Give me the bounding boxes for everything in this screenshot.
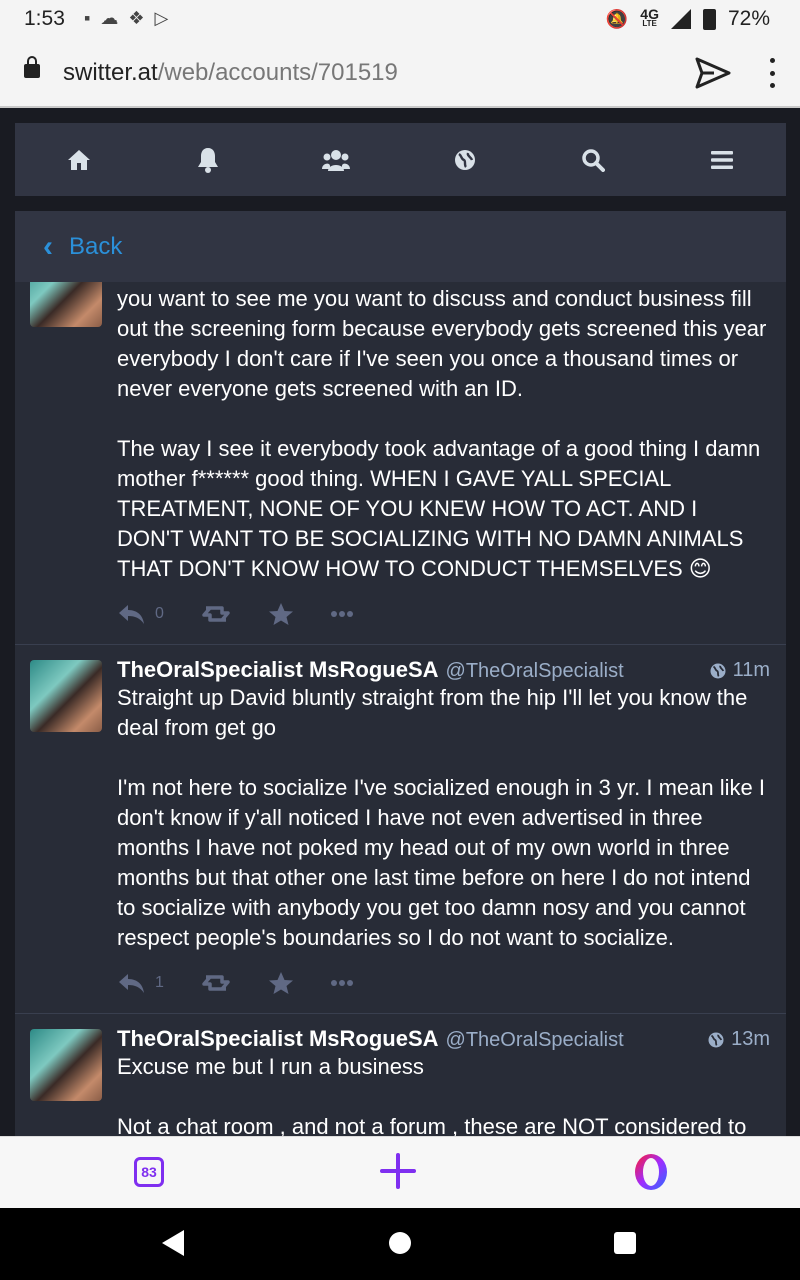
status-post[interactable]: TheOralSpecialist MsRogueSA @TheOralSpec…: [15, 645, 786, 1014]
reply-icon: [119, 605, 144, 624]
dropbox-icon: ❖: [128, 8, 145, 28]
retweet-icon: [202, 975, 230, 991]
status-actions: 0: [117, 584, 768, 644]
image-icon: ▪: [84, 8, 91, 28]
reply-count: 0: [155, 605, 164, 622]
tabs-button[interactable]: 83: [134, 1157, 164, 1187]
ellipsis-icon: [330, 611, 353, 617]
star-icon: [268, 972, 293, 994]
more-button[interactable]: [330, 610, 354, 618]
globe-icon: [710, 663, 726, 678]
system-navigation-bar: [0, 1208, 800, 1280]
network-indicator: 4G LTE: [640, 6, 659, 28]
status-paragraph: you want to see me you want to discuss a…: [117, 286, 767, 401]
status-paragraph: Excuse me but I run a business: [117, 1054, 424, 1079]
reply-icon: [119, 974, 144, 993]
notification-icons: ▪ ☁ ❖ ▷: [84, 8, 168, 29]
status-content: Excuse me but I run a business Not a cha…: [117, 1052, 768, 1136]
account-handle[interactable]: @TheOralSpecialist: [446, 1029, 624, 1052]
bell-icon[interactable]: [188, 140, 228, 180]
lock-icon: [24, 56, 40, 78]
globe-icon[interactable]: [445, 140, 485, 180]
play-store-icon: ▷: [154, 8, 169, 28]
status-actions: 1: [117, 953, 768, 1013]
ellipsis-icon: [330, 980, 353, 986]
back-icon[interactable]: [162, 1230, 184, 1256]
new-tab-button[interactable]: [380, 1153, 416, 1189]
browser-bottom-bar: 83: [0, 1136, 800, 1208]
status-post[interactable]: you want to see me you want to discuss a…: [15, 255, 786, 645]
home-icon[interactable]: [59, 140, 99, 180]
status-timestamp[interactable]: 13m: [707, 1028, 770, 1051]
more-button[interactable]: [330, 979, 354, 987]
display-name[interactable]: TheOralSpecialist MsRogueSA: [117, 657, 439, 683]
mute-icon: 🔕: [605, 8, 629, 29]
timeline: you want to see me you want to discuss a…: [15, 255, 786, 1136]
reply-count: 1: [155, 974, 164, 991]
chevron-left-icon: ‹: [43, 229, 53, 263]
browser-address-bar: switter.at/web/accounts/701519: [0, 38, 800, 108]
smile-emoji: 😊: [688, 556, 712, 581]
status-paragraph: Not a chat room , and not a forum , thes…: [117, 1114, 747, 1136]
status-paragraph: I'm not here to socialize I've socialize…: [117, 775, 765, 950]
display-name[interactable]: TheOralSpecialist MsRogueSA: [117, 1026, 439, 1052]
status-paragraph: Straight up David bluntly straight from …: [117, 685, 748, 740]
avatar[interactable]: [30, 660, 102, 732]
app-navigation: [15, 123, 786, 196]
cloud-icon: ☁: [100, 8, 119, 28]
battery-icon: [702, 8, 716, 30]
boost-button[interactable]: [200, 972, 232, 994]
favourite-button[interactable]: [268, 602, 294, 626]
opera-menu-icon[interactable]: [631, 1152, 671, 1192]
status-paragraph: The way I see it everybody took advantag…: [117, 436, 761, 581]
status-header: TheOralSpecialist MsRogueSA @TheOralSpec…: [117, 645, 768, 683]
clock: 1:53: [24, 7, 65, 30]
status-bar: 1:53 ▪ ☁ ❖ ▷ 🔕 4G LTE 72%: [0, 0, 800, 38]
account-handle[interactable]: @TheOralSpecialist: [446, 660, 624, 683]
menu-icon[interactable]: [702, 140, 742, 180]
favourite-button[interactable]: [268, 971, 294, 995]
status-content: Straight up David bluntly straight from …: [117, 683, 768, 953]
battery-level: 72%: [727, 7, 770, 30]
send-icon[interactable]: [694, 56, 732, 90]
column-back-button[interactable]: ‹ Back: [15, 211, 786, 282]
signal-icon: [670, 9, 691, 29]
url-field[interactable]: switter.at/web/accounts/701519: [63, 59, 398, 87]
status-content: you want to see me you want to discuss a…: [117, 282, 768, 584]
home-circle-icon[interactable]: [389, 1232, 411, 1254]
account-timeline-column: you want to see me you want to discuss a…: [15, 211, 786, 1136]
reply-button[interactable]: 1: [117, 972, 164, 994]
retweet-icon: [202, 606, 230, 622]
avatar[interactable]: [30, 1029, 102, 1101]
users-icon[interactable]: [316, 140, 356, 180]
status-timestamp[interactable]: 11m: [709, 659, 770, 682]
search-icon[interactable]: [573, 140, 613, 180]
boost-button[interactable]: [200, 603, 232, 625]
status-header: TheOralSpecialist MsRogueSA @TheOralSpec…: [117, 1014, 768, 1052]
reply-button[interactable]: 0: [117, 603, 164, 625]
status-post[interactable]: TheOralSpecialist MsRogueSA @TheOralSpec…: [15, 1014, 786, 1136]
back-label: Back: [69, 232, 123, 260]
star-icon: [268, 603, 293, 625]
globe-icon: [708, 1032, 724, 1047]
browser-menu-icon[interactable]: [762, 58, 782, 88]
recent-apps-icon[interactable]: [614, 1232, 636, 1254]
